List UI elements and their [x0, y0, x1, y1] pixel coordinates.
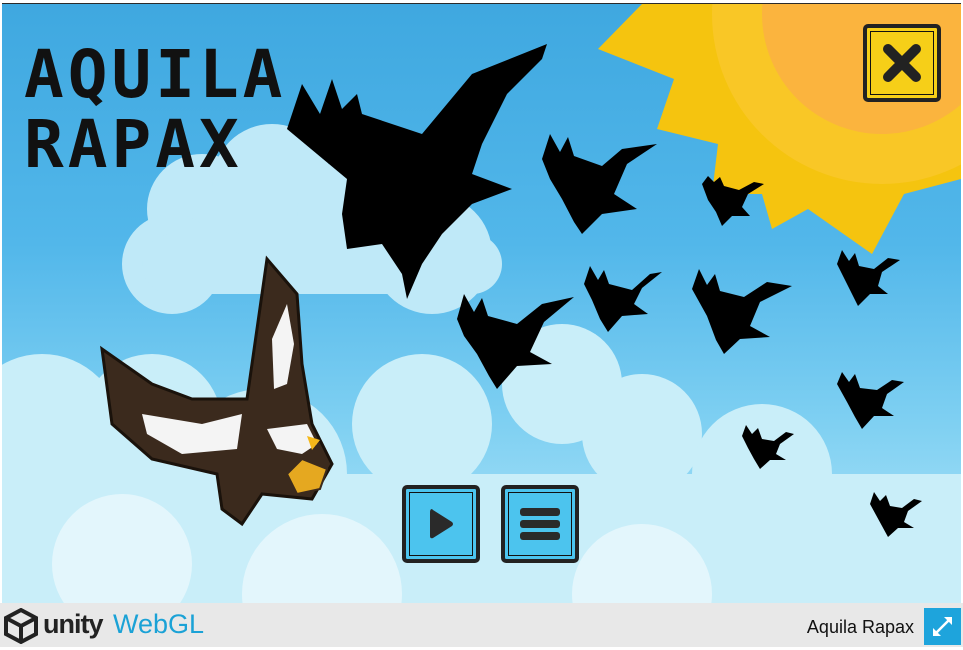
- title-line-1: AQUILA: [24, 36, 287, 113]
- play-button[interactable]: [402, 485, 480, 563]
- menu-button[interactable]: [501, 485, 579, 563]
- close-button[interactable]: [863, 24, 941, 102]
- fullscreen-button[interactable]: [924, 608, 961, 645]
- game-title-label: Aquila Rapax: [806, 617, 914, 637]
- title-line-2: RAPAX: [24, 106, 243, 183]
- menu-icon: [520, 508, 560, 540]
- footer-bar: unity WebGL Aquila Rapax: [0, 603, 963, 647]
- unity-brand-text: unity: [43, 609, 103, 639]
- close-icon: [883, 44, 921, 82]
- game-canvas[interactable]: AQUILA RAPAX: [2, 3, 961, 604]
- webgl-text: WebGL: [113, 609, 205, 639]
- play-icon: [430, 509, 453, 539]
- fullscreen-icon: [933, 617, 952, 636]
- unity-logo-icon: [4, 608, 38, 644]
